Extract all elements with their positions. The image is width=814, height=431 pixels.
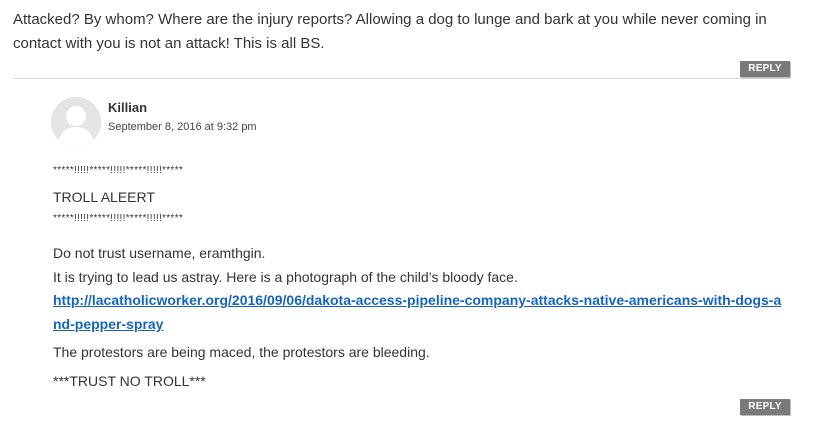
comment-divider	[13, 78, 791, 79]
comment-date[interactable]: September 8, 2016 at 9:32 pm	[108, 121, 257, 133]
reply-button[interactable]: REPLY	[740, 61, 790, 77]
user-avatar-icon	[51, 97, 101, 147]
parent-comment-text: Attacked? By whom? Where are the injury …	[13, 11, 767, 52]
comment-paragraph: Do not trust username, eramthgin. It is …	[53, 241, 793, 289]
comment-author[interactable]: Killian	[108, 100, 147, 115]
comment-line: *****!!!!!*****!!!!!*****!!!!!*****	[53, 213, 184, 224]
reply-button[interactable]: REPLY	[740, 399, 790, 415]
comment-line: The protestors are being maced, the prot…	[53, 344, 430, 360]
comment-line: Do not trust username, eramthgin.	[53, 245, 266, 261]
article-link[interactable]: http://lacatholicworker.org/2016/09/06/d…	[53, 288, 783, 336]
comment-line: *****!!!!!*****!!!!!*****!!!!!*****	[53, 165, 184, 176]
comment-line: TROLL ALEERT	[53, 189, 155, 205]
comment-line: ***TRUST NO TROLL***	[53, 373, 206, 389]
avatar	[51, 97, 101, 147]
comment-line: It is trying to lead us astray. Here is …	[53, 269, 518, 285]
